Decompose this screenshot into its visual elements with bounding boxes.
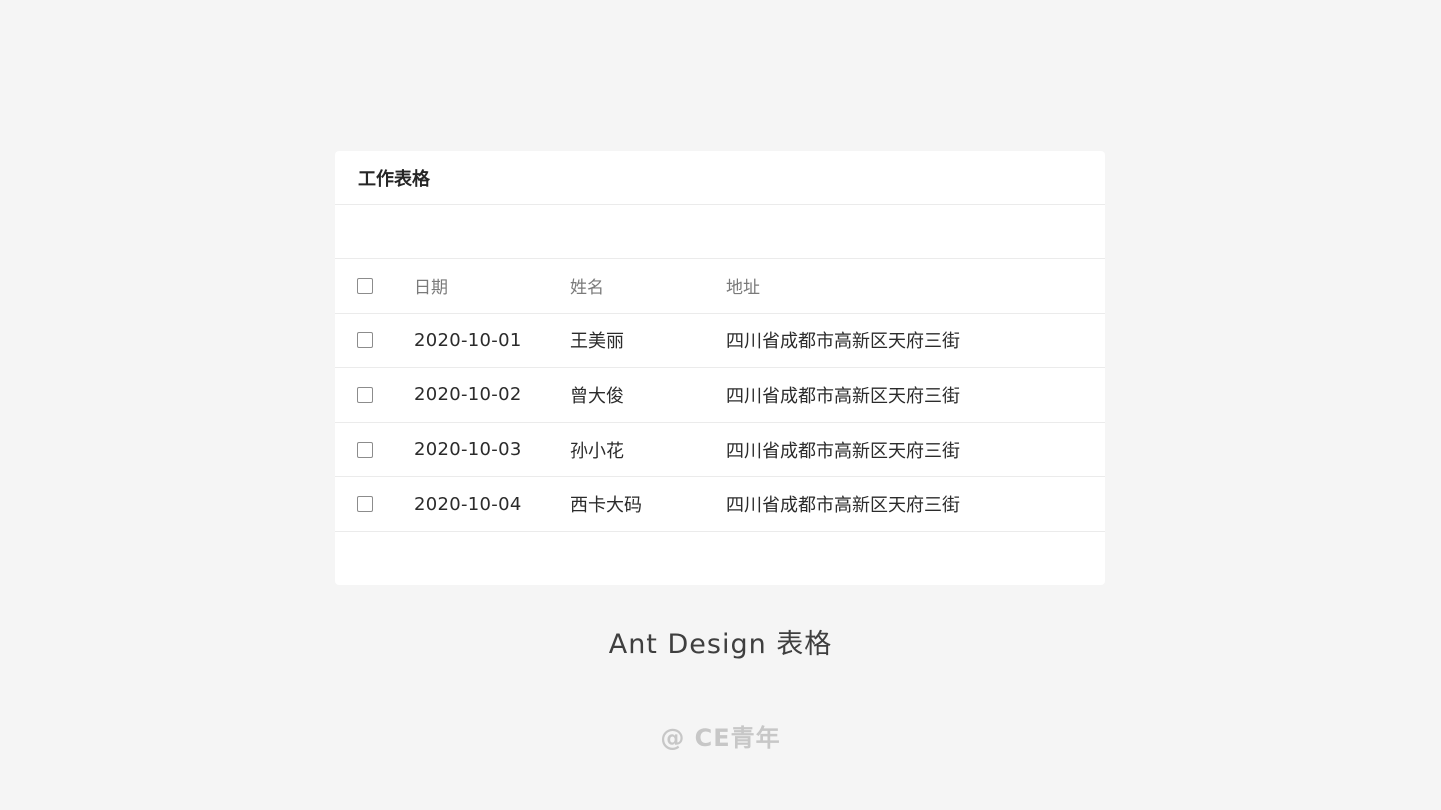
column-header-address[interactable]: 地址 — [726, 259, 760, 313]
row-checkbox[interactable] — [357, 441, 373, 458]
address-cell: 四川省成都市高新区天府三街 — [726, 440, 960, 462]
date-cell: 2020-10-02 — [414, 384, 522, 406]
card-title: 工作表格 — [358, 168, 430, 190]
name-cell: 孙小花 — [570, 440, 624, 462]
date-cell: 2020-10-03 — [414, 439, 522, 461]
date-cell: 2020-10-01 — [414, 329, 522, 351]
name-cell: 曾大俊 — [570, 385, 624, 407]
column-header-date[interactable]: 日期 — [414, 259, 448, 313]
table-row[interactable]: 2020-10-04 西卡大码 四川省成都市高新区天府三街 — [335, 477, 1105, 532]
row-select-cell — [357, 314, 373, 368]
row-select-cell — [357, 423, 373, 477]
row-checkbox[interactable] — [357, 496, 373, 513]
row-select-cell — [357, 477, 373, 531]
data-table: 日期 姓名 地址 2020-10-01 王美丽 四川省成都市高新区天府三街 20… — [335, 259, 1105, 532]
table-row[interactable]: 2020-10-03 孙小花 四川省成都市高新区天府三街 — [335, 423, 1105, 478]
row-checkbox[interactable] — [357, 332, 373, 349]
table-header-row: 日期 姓名 地址 — [335, 259, 1105, 314]
table-toolbar — [335, 205, 1105, 259]
table-row[interactable]: 2020-10-01 王美丽 四川省成都市高新区天府三街 — [335, 314, 1105, 369]
name-cell: 王美丽 — [570, 331, 624, 353]
card-header: 工作表格 — [335, 151, 1105, 205]
row-checkbox[interactable] — [357, 386, 373, 403]
address-cell: 四川省成都市高新区天府三街 — [726, 385, 960, 407]
address-cell: 四川省成都市高新区天府三街 — [726, 331, 960, 353]
name-cell: 西卡大码 — [570, 495, 642, 517]
table-row[interactable]: 2020-10-02 曾大俊 四川省成都市高新区天府三街 — [335, 368, 1105, 423]
table-card: 工作表格 日期 姓名 地址 2020-10-01 王美丽 四川省成都市高新区天府… — [335, 151, 1105, 585]
column-header-name[interactable]: 姓名 — [570, 259, 604, 313]
select-all-cell — [357, 259, 373, 313]
row-select-cell — [357, 368, 373, 422]
select-all-checkbox[interactable] — [357, 277, 373, 294]
caption: Ant Design 表格 — [608, 629, 833, 660]
address-cell: 四川省成都市高新区天府三街 — [726, 495, 960, 517]
watermark: @ CE青年 — [660, 724, 781, 752]
date-cell: 2020-10-04 — [414, 493, 522, 515]
